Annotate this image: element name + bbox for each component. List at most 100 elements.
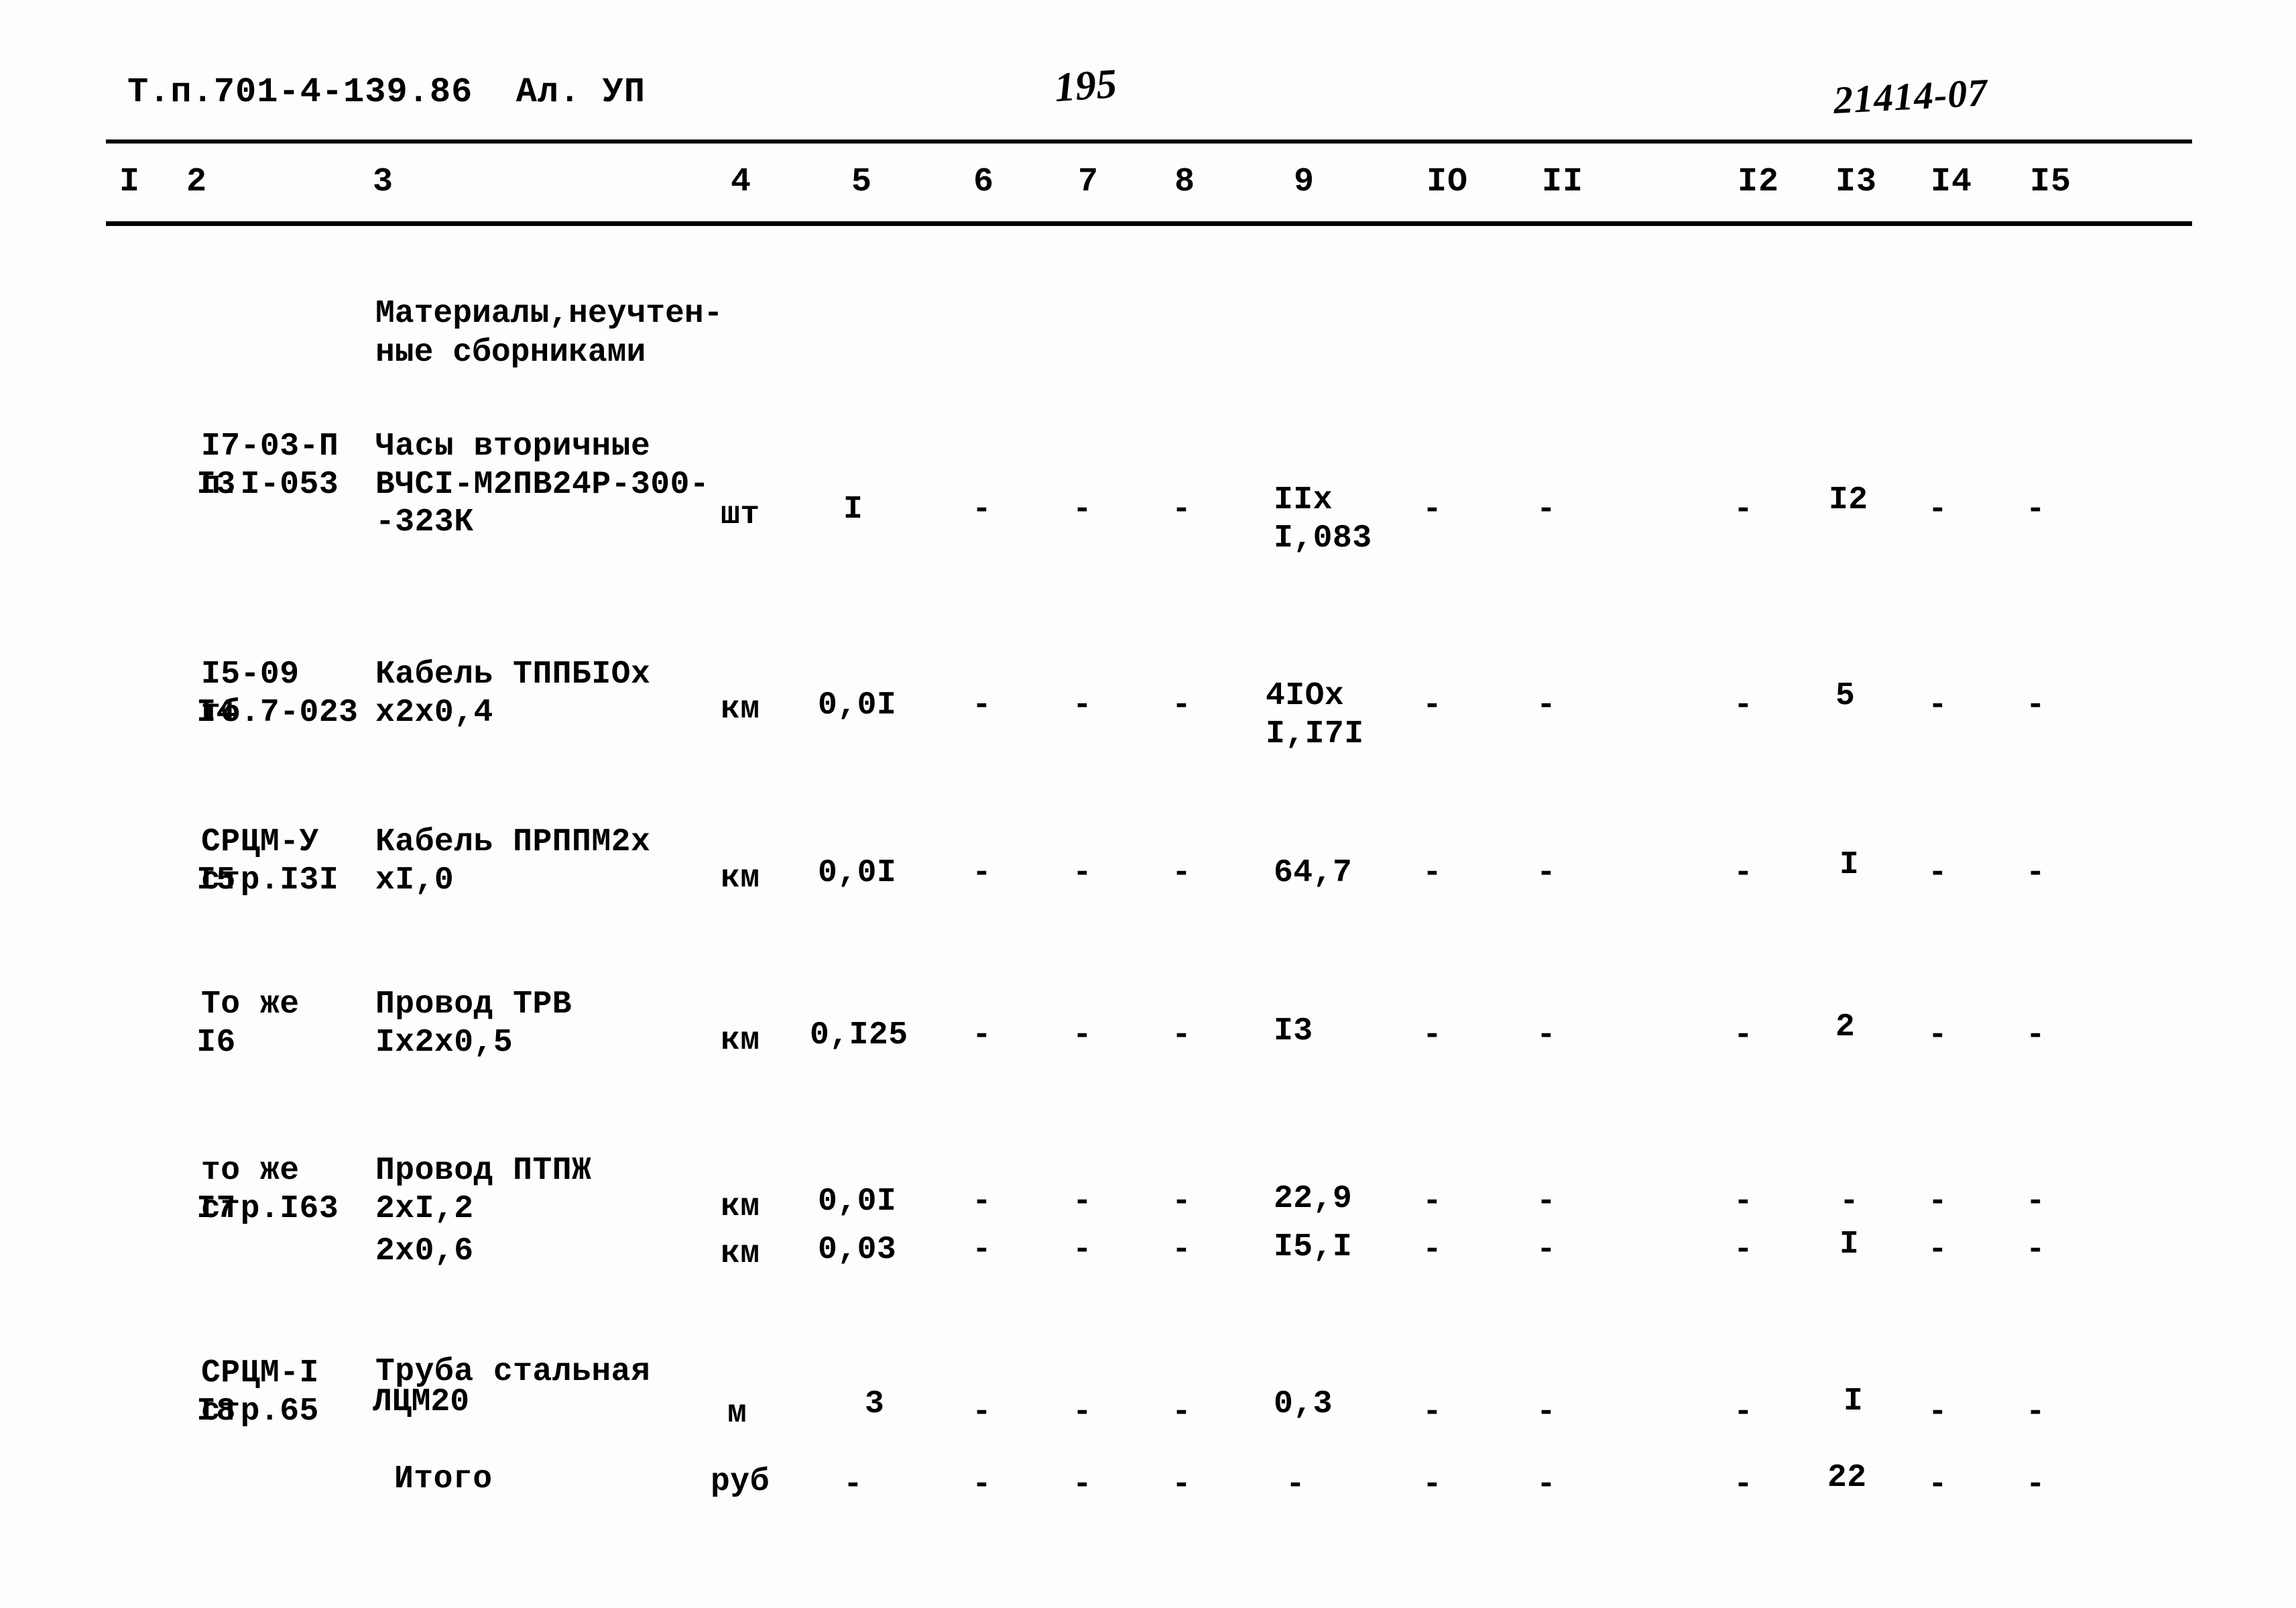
column-header-7: 7 — [1078, 163, 1099, 201]
column-header-9: 9 — [1294, 163, 1315, 201]
row-code-line-2: стр.I3I — [201, 862, 339, 899]
total-row-col6: - — [972, 1467, 992, 1503]
row-col9-line-1: I3 — [1274, 1013, 1313, 1049]
page-number: 195 — [1052, 60, 1119, 111]
row-col15: - — [2026, 1394, 2046, 1430]
row-col13: I2 — [1829, 482, 1868, 518]
row-col5: I — [843, 492, 863, 528]
row-code: то же стр.I63 — [201, 1152, 339, 1228]
row-col7: - — [1073, 855, 1093, 891]
row-col14: - — [1928, 1232, 1948, 1268]
section-title-line-2: ные сборниками — [375, 334, 646, 371]
row-col12: - — [1734, 1394, 1754, 1430]
row-col8: - — [1172, 1394, 1192, 1430]
row-col14: - — [1928, 492, 1948, 528]
row-col8: - — [1172, 855, 1192, 891]
row-col8: - — [1172, 1017, 1192, 1053]
row-col10: - — [1423, 1184, 1443, 1220]
row-col8: - — [1172, 687, 1192, 724]
row-col9-line-1: IIx — [1274, 482, 1333, 518]
total-row-col15: - — [2026, 1467, 2046, 1503]
total-row-col11: - — [1536, 1467, 1557, 1503]
row-col9: 0,3 — [1274, 1385, 1333, 1424]
row-col14: - — [1928, 1184, 1948, 1220]
total-row-col8: - — [1172, 1467, 1192, 1503]
total-row-col9: - — [1286, 1467, 1306, 1503]
row-col13: I — [1839, 1226, 1860, 1263]
row-col5: 0,03 — [818, 1232, 897, 1268]
row-col15: - — [2026, 1232, 2046, 1268]
row-col12: - — [1734, 1232, 1754, 1268]
column-header-13: I3 — [1835, 163, 1878, 201]
column-header-14: I4 — [1931, 163, 1973, 201]
column-header-8: 8 — [1174, 163, 1196, 201]
row-col11: - — [1536, 492, 1557, 528]
row-col10: - — [1423, 1017, 1443, 1053]
row-col11: - — [1536, 1184, 1557, 1220]
row-unit: км — [721, 1236, 760, 1272]
row-col12: - — [1734, 855, 1754, 891]
row-col9-line-1: 64,7 — [1274, 855, 1353, 891]
row-col10: - — [1423, 1394, 1443, 1430]
row-col11: - — [1536, 1017, 1557, 1053]
column-header-10: IO — [1427, 163, 1469, 201]
row-col11: - — [1536, 687, 1557, 724]
total-row-col5: - — [843, 1467, 863, 1503]
row-code-line-1: СРЦМ-I — [201, 1355, 319, 1391]
row-col10: - — [1423, 1232, 1443, 1268]
column-header-5: 5 — [851, 163, 873, 201]
row-code-line-1: то же — [201, 1153, 300, 1189]
row-col9: 4IOx I,I7I — [1266, 677, 1364, 753]
row-unit: шт — [721, 497, 760, 533]
total-row-col13: 22 — [1827, 1460, 1867, 1496]
row-col9: 64,7 — [1274, 854, 1352, 893]
sheet-number: 21414-07 — [1832, 70, 1989, 122]
row-col9: I3 — [1274, 1013, 1313, 1051]
row-col10: - — [1423, 687, 1443, 724]
row-col14: - — [1928, 855, 1948, 891]
row-name: Кабель ПРППМ2х хI,0 — [375, 823, 650, 899]
row-col15: - — [2026, 1017, 2046, 1053]
row-code-line-1: То же — [201, 986, 300, 1023]
row-col13: I — [1844, 1383, 1864, 1420]
row-col15: - — [2026, 687, 2046, 724]
row-col15: - — [2026, 492, 2046, 528]
row-col15: - — [2026, 855, 2046, 891]
row-col9: IIx I,083 — [1274, 481, 1372, 557]
total-row-label: Итого — [394, 1461, 493, 1497]
row-name-line-1: 2х0,6 — [375, 1233, 474, 1269]
column-header-3: 3 — [373, 163, 394, 201]
row-col7: - — [1073, 1017, 1093, 1053]
row-code: СРЦМ-I стр.65 — [201, 1355, 319, 1430]
row-name: 2х0,6 — [375, 1232, 474, 1271]
row-col14: - — [1928, 687, 1948, 724]
row-name-line-3: -323К — [375, 504, 474, 541]
row-col5: 0,0I — [818, 855, 897, 891]
row-col9-line-2: I,I7I — [1266, 715, 1364, 752]
row-col7: - — [1073, 1394, 1093, 1430]
row-col15: - — [2026, 1184, 2046, 1220]
column-header-12: I2 — [1738, 163, 1780, 201]
row-col11: - — [1536, 1394, 1557, 1430]
row-col10: - — [1423, 492, 1443, 528]
row-name: Кабель ТППБIОх х2х0,4 — [375, 656, 650, 732]
row-unit: км — [721, 691, 760, 728]
row-col7: - — [1073, 492, 1093, 528]
table-header-bottom-rule — [106, 221, 2192, 226]
column-header-1: I — [119, 163, 141, 201]
row-col12: - — [1734, 492, 1754, 528]
row-code: I5-09 тб.7-023 — [201, 656, 358, 732]
row-code-line-1: СРЦМ-У — [201, 824, 319, 860]
row-name-line-1: Кабель ТППБIОх — [375, 656, 651, 693]
row-col7: - — [1073, 1184, 1093, 1220]
row-col12: - — [1734, 1017, 1754, 1053]
row-name-line-1: Кабель ПРППМ2х — [375, 824, 651, 860]
row-col14: - — [1928, 1017, 1948, 1053]
row-col5: 0,I25 — [810, 1017, 908, 1053]
total-row-col7: - — [1073, 1467, 1093, 1503]
row-col6: - — [972, 1184, 992, 1220]
row-col9-line-1: I5,I — [1274, 1229, 1353, 1265]
row-col6: - — [972, 1232, 992, 1268]
row-name-line-1: Часы вторичные — [375, 428, 651, 465]
column-header-6: 6 — [973, 163, 995, 201]
